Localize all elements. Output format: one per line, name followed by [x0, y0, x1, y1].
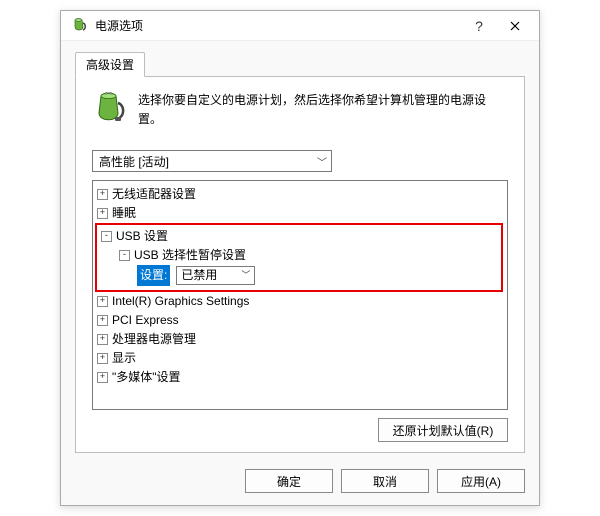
expand-icon[interactable]: + [97, 353, 108, 364]
power-icon [71, 18, 87, 34]
restore-defaults-button[interactable]: 还原计划默认值(R) [378, 418, 508, 442]
window-title: 电源选项 [95, 17, 461, 34]
settings-tree: + 无线适配器设置 + 睡眠 - USB 设置 - [92, 180, 508, 410]
cancel-button[interactable]: 取消 [341, 469, 429, 493]
dialog-content: 高级设置 选择你要自定义的电源计划，然后选择你希望计算 [61, 41, 539, 459]
dialog-buttons: 确定 取消 应用(A) [61, 459, 539, 505]
tree-item-sleep[interactable]: + 睡眠 [93, 204, 507, 223]
expand-icon[interactable]: + [97, 208, 108, 219]
chevron-down-icon: ﹀ [317, 154, 327, 169]
tree-item-display[interactable]: + 显示 [93, 349, 507, 368]
intro: 选择你要自定义的电源计划，然后选择你希望计算机管理的电源设置。 [92, 91, 508, 128]
help-button[interactable]: ? [461, 12, 497, 40]
tree-item-pci-express[interactable]: + PCI Express [93, 311, 507, 330]
power-options-dialog: 电源选项 ? 高级设置 [60, 10, 540, 506]
tabstrip: 高级设置 [75, 52, 525, 77]
collapse-icon[interactable]: - [101, 231, 112, 242]
ok-button[interactable]: 确定 [245, 469, 333, 493]
expand-icon[interactable]: + [97, 372, 108, 383]
power-plan-select[interactable]: 高性能 [活动] ﹀ [92, 150, 332, 172]
tree-item-multimedia[interactable]: + "多媒体"设置 [93, 368, 507, 387]
tree-item-usb-suspend[interactable]: - USB 选择性暂停设置 [97, 246, 501, 265]
tree-item-processor-power[interactable]: + 处理器电源管理 [93, 330, 507, 349]
tree-item-usb[interactable]: - USB 设置 [97, 227, 501, 246]
apply-button[interactable]: 应用(A) [437, 469, 525, 493]
highlight-usb-settings: - USB 设置 - USB 选择性暂停设置 设置: 已禁用 ﹀ [95, 223, 503, 292]
restore-row: 还原计划默认值(R) [92, 410, 508, 442]
chevron-down-icon: ﹀ [241, 266, 250, 285]
expand-icon[interactable]: + [97, 315, 108, 326]
close-button[interactable] [497, 12, 533, 40]
setting-label: 设置: [137, 265, 170, 286]
setting-value-select[interactable]: 已禁用 ﹀ [176, 266, 255, 285]
tab-advanced[interactable]: 高级设置 [75, 52, 145, 77]
expand-icon[interactable]: + [97, 334, 108, 345]
tab-panel: 选择你要自定义的电源计划，然后选择你希望计算机管理的电源设置。 高性能 [活动]… [75, 76, 525, 453]
expand-icon[interactable]: + [97, 189, 108, 200]
intro-text: 选择你要自定义的电源计划，然后选择你希望计算机管理的电源设置。 [138, 91, 508, 128]
tree-setting-row: 设置: 已禁用 ﹀ [97, 265, 501, 286]
expand-icon[interactable]: + [97, 296, 108, 307]
power-plan-value: 高性能 [活动] [99, 153, 169, 170]
battery-icon [92, 91, 126, 125]
tree-item-intel-graphics[interactable]: + Intel(R) Graphics Settings [93, 292, 507, 311]
titlebar: 电源选项 ? [61, 11, 539, 41]
collapse-icon[interactable]: - [119, 250, 130, 261]
tree-item-wireless[interactable]: + 无线适配器设置 [93, 185, 507, 204]
